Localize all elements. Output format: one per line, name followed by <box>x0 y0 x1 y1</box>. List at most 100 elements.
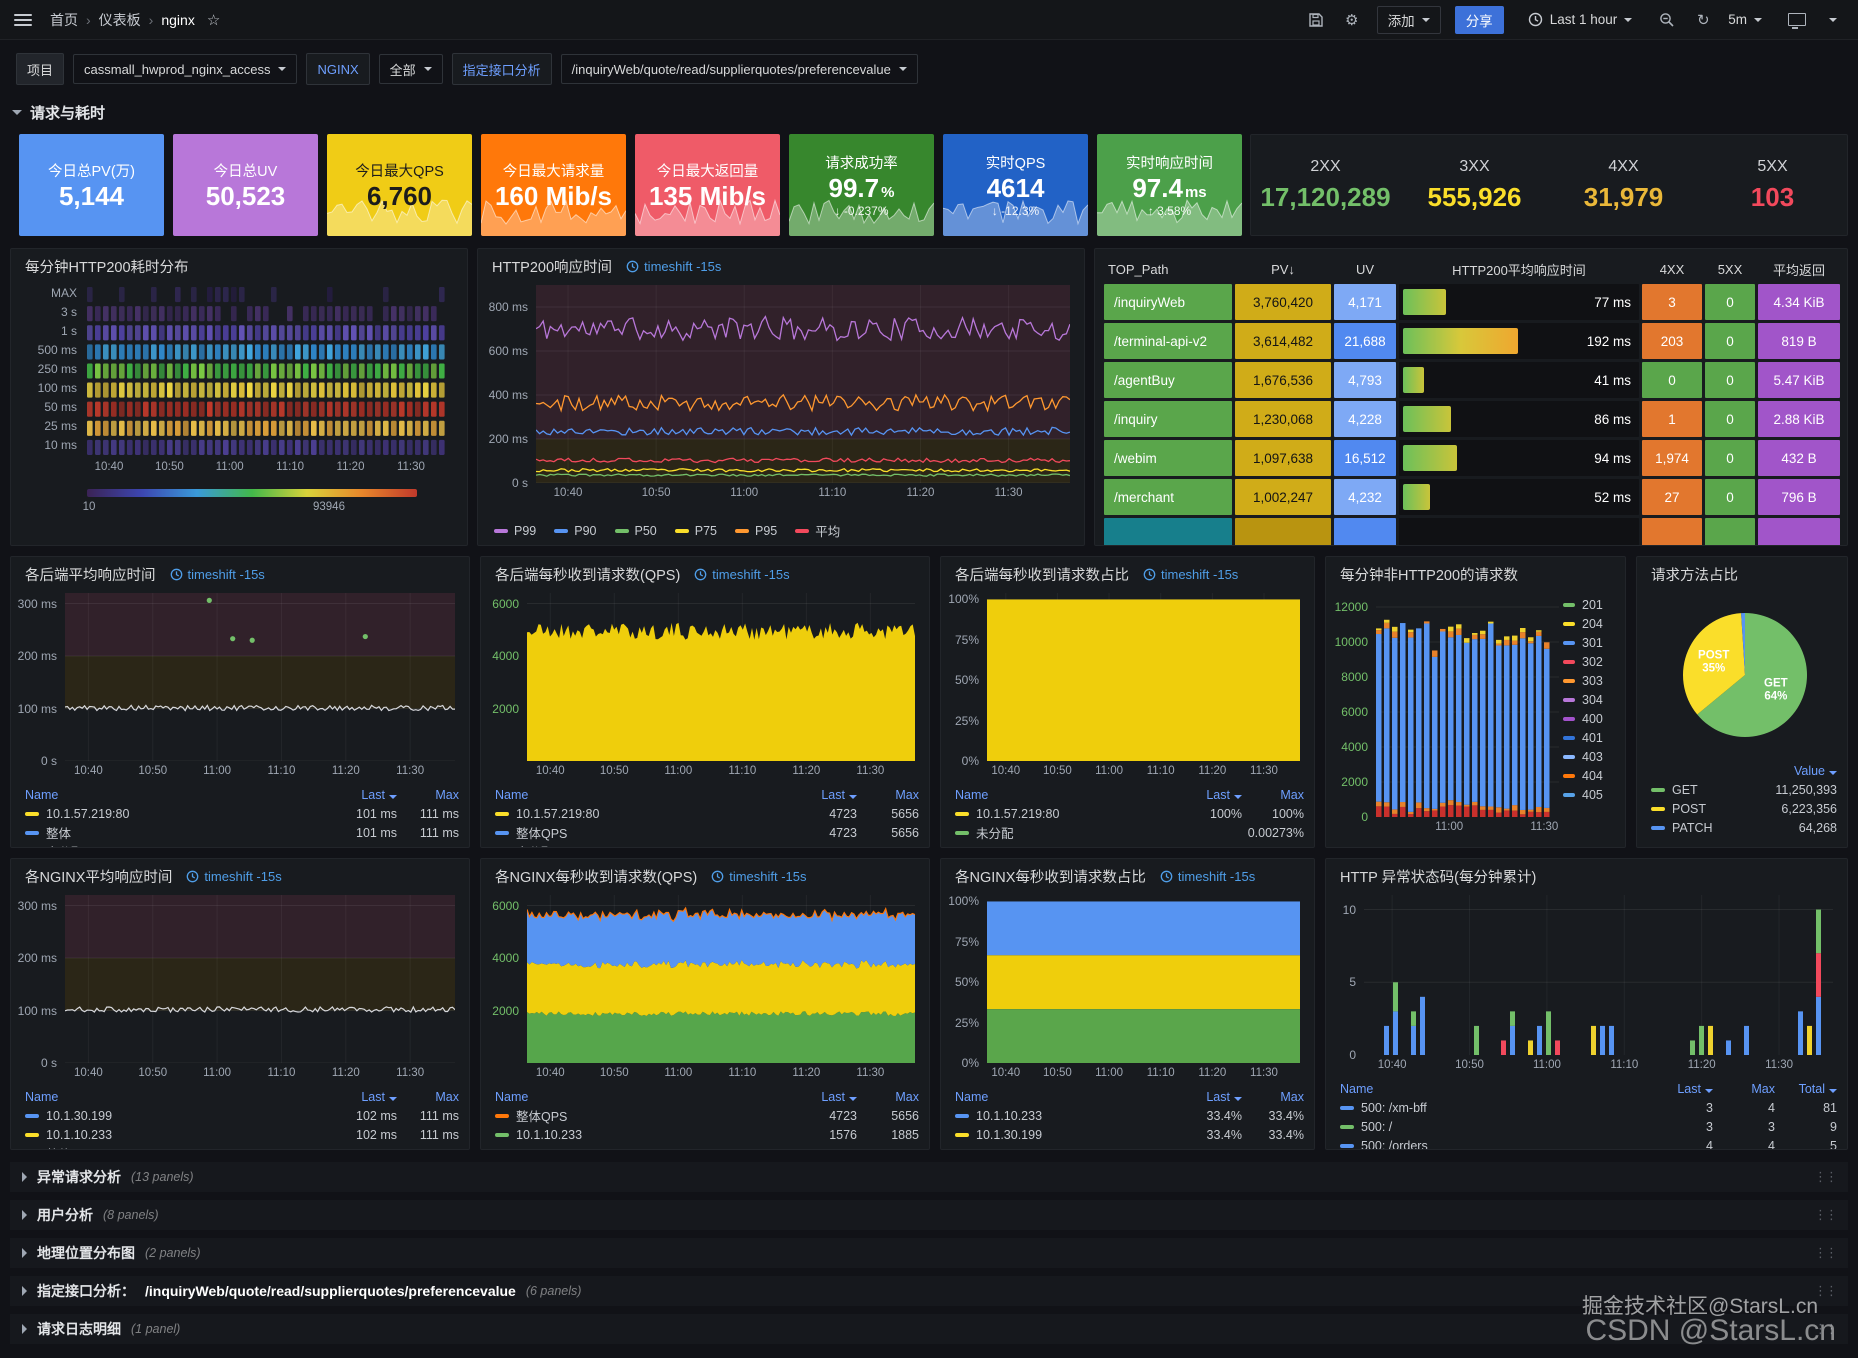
api-filter-label[interactable]: 指定接口分析 <box>452 53 552 85</box>
share-button[interactable]: 分享 <box>1455 6 1504 34</box>
table-header[interactable]: UV <box>1334 257 1396 281</box>
legend-item[interactable]: 303 <box>1563 671 1619 690</box>
legend-item[interactable]: 401 <box>1563 728 1619 747</box>
refresh-interval-picker[interactable]: 5m <box>1728 6 1772 34</box>
timeshift-badge[interactable]: timeshift -15s <box>694 567 789 582</box>
legend-row[interactable]: POST6,223,356 <box>1651 799 1837 818</box>
row-header-requests[interactable]: 请求与耗时 <box>12 102 105 123</box>
breadcrumb-current[interactable]: nginx <box>161 12 194 28</box>
menu-icon[interactable] <box>14 14 32 26</box>
legend-item[interactable]: 304 <box>1563 690 1619 709</box>
drag-handle-icon[interactable]: ⋮⋮ <box>1814 1207 1836 1223</box>
legend-row[interactable]: 500: /339 <box>1340 1117 1837 1136</box>
stat-tile-1[interactable]: 今日总PV(万)5,144 <box>19 134 164 236</box>
legend-row[interactable]: 500: /xm-bff3481 <box>1340 1098 1837 1117</box>
table-cell-path[interactable]: /terminal-api-v2 <box>1104 323 1232 359</box>
drag-handle-icon[interactable]: ⋮⋮ <box>1814 1245 1836 1261</box>
legend-row[interactable]: 10.1.10.23333.4%33.4% <box>955 1106 1304 1125</box>
stat-tile-4[interactable]: 今日最大请求量160 Mib/s <box>481 134 626 236</box>
legend-row[interactable]: 未分配0.00273% <box>955 823 1304 842</box>
breadcrumb-home[interactable]: 首页 <box>50 10 78 30</box>
status-stat-4XX[interactable]: 4XX31,979 <box>1549 135 1698 235</box>
legend-item[interactable]: 400 <box>1563 709 1619 728</box>
table-header[interactable]: 4XX <box>1642 257 1702 281</box>
table-cell-path[interactable]: /merchant <box>1104 479 1232 515</box>
legend-row[interactable]: 10.1.10.233102 ms111 ms <box>25 1125 459 1144</box>
table-cell-path[interactable]: /inquiryWeb <box>1104 284 1232 320</box>
status-stat-5XX[interactable]: 5XX103 <box>1698 135 1847 235</box>
timeshift-badge[interactable]: timeshift -15s <box>170 567 265 582</box>
table-cell-path[interactable]: /webim <box>1104 440 1232 476</box>
legend-row[interactable]: 500: /orders445 <box>1340 1136 1837 1149</box>
collapsed-row-4[interactable]: 指定接口分析：/inquiryWeb/quote/read/supplierqu… <box>10 1276 1848 1306</box>
legend-item[interactable]: P50 <box>615 524 657 538</box>
legend-item[interactable]: P95 <box>735 524 777 538</box>
star-icon[interactable]: ☆ <box>207 11 220 29</box>
legend-item[interactable]: 201 <box>1563 595 1619 614</box>
legend-item[interactable]: 302 <box>1563 652 1619 671</box>
table-header[interactable]: TOP_Path <box>1104 257 1232 281</box>
stat-tile-3[interactable]: 今日最大QPS6,760 <box>327 134 472 236</box>
legend-item[interactable]: 403 <box>1563 747 1619 766</box>
stat-tile-6[interactable]: 请求成功率99.7%↓ -0.237% <box>789 134 934 236</box>
add-button[interactable]: 添加 <box>1377 6 1441 34</box>
legend-item[interactable]: 404 <box>1563 766 1619 785</box>
legend-row[interactable]: 10.1.10.23315761885 <box>495 1125 919 1144</box>
stat-tile-8[interactable]: 实时响应时间97.4ms↑ 3.58% <box>1097 134 1242 236</box>
status-stat-3XX[interactable]: 3XX555,926 <box>1400 135 1549 235</box>
legend-item[interactable]: 405 <box>1563 785 1619 804</box>
legend-item[interactable]: 204 <box>1563 614 1619 633</box>
timeshift-badge[interactable]: timeshift -15s <box>711 869 806 884</box>
status-stat-2XX[interactable]: 2XX17,120,289 <box>1251 135 1400 235</box>
zoom-out-icon[interactable] <box>1656 9 1678 31</box>
legend-row[interactable]: 未分配0 <box>495 842 919 847</box>
legend-item[interactable]: 301 <box>1563 633 1619 652</box>
table-header[interactable]: PV ↓ <box>1235 257 1331 281</box>
legend-row[interactable]: GET11,250,393 <box>1651 780 1837 799</box>
legend-row[interactable]: 10.1.30.19915751885 <box>495 1144 919 1149</box>
legend-row[interactable]: 整体101 ms111 ms <box>25 823 459 842</box>
legend-row[interactable]: 未分配469 ms <box>25 842 459 847</box>
legend-row[interactable]: 10.1.57.219:8047235656 <box>495 804 919 823</box>
legend-row[interactable]: 10.1.57.219:80100%100% <box>955 804 1304 823</box>
collapsed-row-5[interactable]: 请求日志明细(1 panel)⋮⋮ <box>10 1314 1848 1344</box>
refresh-icon[interactable]: ↻ <box>1692 9 1714 31</box>
drag-handle-icon[interactable]: ⋮⋮ <box>1814 1169 1836 1185</box>
legend-item[interactable]: P75 <box>675 524 717 538</box>
project-select[interactable]: cassmall_hwprod_nginx_access <box>73 54 297 84</box>
nginx-select[interactable]: 全部 <box>379 54 443 84</box>
stat-tile-5[interactable]: 今日最大返回量135 Mib/s <box>635 134 780 236</box>
collapsed-row-3[interactable]: 地理位置分布图(2 panels)⋮⋮ <box>10 1238 1848 1268</box>
collapsed-row-1[interactable]: 异常请求分析(13 panels)⋮⋮ <box>10 1162 1848 1192</box>
legend-row[interactable]: PATCH64,268 <box>1651 818 1837 837</box>
timeshift-badge[interactable]: timeshift -15s <box>626 259 721 274</box>
legend-row[interactable]: 10.1.30.19933.4%33.4% <box>955 1125 1304 1144</box>
table-header[interactable]: 5XX <box>1705 257 1755 281</box>
settings-gear-icon[interactable]: ⚙ <box>1341 9 1363 31</box>
table-cell-path[interactable]: /agentBuy <box>1104 362 1232 398</box>
api-select[interactable]: /inquiryWeb/quote/read/supplierquotes/pr… <box>561 54 918 84</box>
collapse-navbar-icon[interactable] <box>1822 9 1844 31</box>
stat-tile-2[interactable]: 今日总UV50,523 <box>173 134 318 236</box>
legend-row[interactable]: 整体101 ms111 ms <box>25 1144 459 1149</box>
table-cell-path[interactable]: /inquiry <box>1104 401 1232 437</box>
collapsed-row-2[interactable]: 用户分析(8 panels)⋮⋮ <box>10 1200 1848 1230</box>
legend-row[interactable]: 整体QPS47235656 <box>495 823 919 842</box>
legend-row[interactable]: 10.1.30.199102 ms111 ms <box>25 1106 459 1125</box>
timeshift-badge[interactable]: timeshift -15s <box>1160 869 1255 884</box>
table-header[interactable]: HTTP200平均响应时间 <box>1399 257 1639 281</box>
timeshift-badge[interactable]: timeshift -15s <box>1143 567 1238 582</box>
stat-tile-7[interactable]: 实时QPS4614↓ -12.3% <box>943 134 1088 236</box>
table-header[interactable]: 平均返回 <box>1758 257 1840 281</box>
timeshift-badge[interactable]: timeshift -15s <box>186 869 281 884</box>
tv-mode-icon[interactable] <box>1786 9 1808 31</box>
legend-item[interactable]: P99 <box>494 524 536 538</box>
legend-row[interactable]: 整体QPS47235656 <box>495 1106 919 1125</box>
legend-item[interactable]: P90 <box>554 524 596 538</box>
legend-item[interactable]: 平均 <box>795 521 840 540</box>
nginx-filter-label[interactable]: NGINX <box>306 53 369 85</box>
save-dashboard-icon[interactable] <box>1305 9 1327 31</box>
legend-row[interactable]: 10.1.57.18433.3%33.4% <box>955 1144 1304 1149</box>
time-range-picker[interactable]: Last 1 hour <box>1518 6 1643 34</box>
legend-row[interactable]: 10.1.57.219:80101 ms111 ms <box>25 804 459 823</box>
